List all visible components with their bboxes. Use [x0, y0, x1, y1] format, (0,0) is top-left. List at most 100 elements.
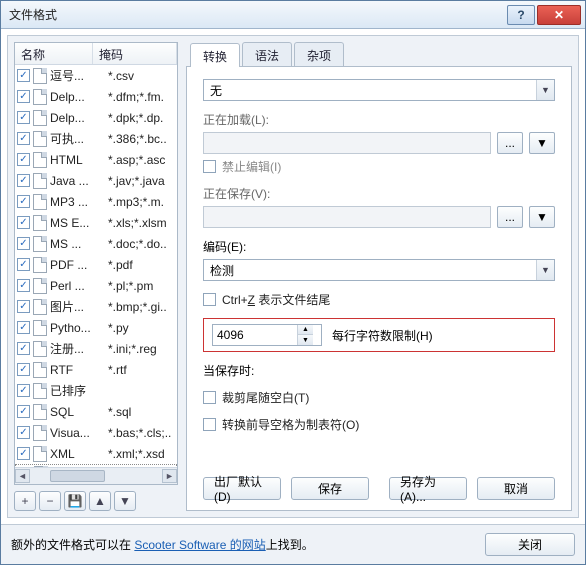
loading-browse-button[interactable]: ... [497, 132, 523, 154]
saving-browse-button[interactable]: ... [497, 206, 523, 228]
item-name: 图片... [50, 298, 106, 315]
list-item[interactable]: Pytho...*.py [15, 317, 177, 338]
checkbox-icon [203, 418, 216, 431]
list-header: 名称 掩码 [15, 43, 177, 65]
encoding-dropdown[interactable]: 检测 ▼ [203, 259, 555, 281]
list-item[interactable]: Delp...*.dfm;*.fm. [15, 86, 177, 107]
spin-up-icon[interactable]: ▲ [298, 325, 313, 335]
help-button[interactable]: ? [507, 5, 535, 25]
file-icon [33, 68, 47, 84]
encoding-value: 检测 [210, 262, 234, 279]
checkbox-icon[interactable] [17, 111, 30, 124]
none-dropdown[interactable]: 无 ▼ [203, 79, 555, 101]
close-dialog-button[interactable]: 关闭 [485, 533, 575, 556]
list-item[interactable]: PDF ...*.pdf [15, 254, 177, 275]
list-item[interactable]: MP3 ...*.mp3;*.m. [15, 191, 177, 212]
list-item[interactable]: SQL*.sql [15, 401, 177, 422]
scroll-right-icon[interactable]: ► [162, 469, 177, 483]
on-save-label: 当保存时: [203, 362, 555, 379]
list-item[interactable]: XML*.xml;*.xsd [15, 443, 177, 464]
move-up-button[interactable]: ▲ [89, 491, 111, 511]
move-down-button[interactable]: ▼ [114, 491, 136, 511]
footer-text: 额外的文件格式可以在 Scooter Software 的网站上找到。 [11, 536, 314, 553]
list-item[interactable]: HTML*.asp;*.asc [15, 149, 177, 170]
checkbox-icon[interactable] [17, 426, 30, 439]
list-item[interactable]: Delp...*.dpk;*.dp. [15, 107, 177, 128]
save-button[interactable]: 💾 [64, 491, 86, 511]
chevron-down-icon[interactable]: ▼ [536, 260, 554, 280]
tab-misc[interactable]: 杂项 [294, 42, 344, 66]
file-icon [33, 341, 47, 357]
ctrlz-checkbox[interactable]: Ctrl+Z 表示文件结尾 [203, 291, 555, 308]
remove-button[interactable]: − [39, 491, 61, 511]
checkbox-icon[interactable] [17, 69, 30, 82]
convert-tabs-checkbox[interactable]: 转换前导空格为制表符(O) [203, 416, 555, 433]
char-limit-spinner[interactable]: ▲ ▼ [212, 324, 322, 346]
checkbox-icon[interactable] [17, 279, 30, 292]
item-mask: *.pl;*.pm [106, 279, 175, 293]
item-mask: *.pdf [106, 258, 175, 272]
cancel-button[interactable]: 取消 [477, 477, 555, 500]
column-mask[interactable]: 掩码 [93, 43, 177, 64]
list-item[interactable]: RTF*.rtf [15, 359, 177, 380]
checkbox-icon[interactable] [17, 258, 30, 271]
format-list[interactable]: 名称 掩码 逗号...*.csvDelp...*.dfm;*.fm.Delp..… [14, 42, 178, 485]
char-limit-input[interactable] [213, 328, 297, 342]
item-name: Delp... [50, 111, 106, 125]
list-item[interactable]: 可执...*.386;*.bc.. [15, 128, 177, 149]
checkbox-icon[interactable] [17, 405, 30, 418]
trim-whitespace-checkbox[interactable]: 裁剪尾随空白(T) [203, 389, 555, 406]
item-mask: *.csv [106, 69, 175, 83]
item-mask: *.asp;*.asc [106, 153, 175, 167]
checkbox-icon[interactable] [17, 384, 30, 397]
checkbox-icon[interactable] [17, 447, 30, 460]
list-item[interactable]: 已排序 [15, 380, 177, 401]
add-button[interactable]: + [14, 491, 36, 511]
close-button[interactable]: ✕ [537, 5, 581, 25]
checkbox-icon[interactable] [17, 300, 30, 313]
checkbox-icon[interactable] [17, 174, 30, 187]
list-item[interactable]: Perl ...*.pl;*.pm [15, 275, 177, 296]
saving-more-button[interactable]: ▼ [529, 206, 555, 228]
file-icon [33, 215, 47, 231]
checkbox-icon[interactable] [17, 216, 30, 229]
save-as-button[interactable]: 另存为(A)... [389, 477, 467, 500]
tab-convert[interactable]: 转换 [190, 43, 240, 67]
loading-more-button[interactable]: ▼ [529, 132, 555, 154]
list-item[interactable]: 注册...*.ini;*.reg [15, 338, 177, 359]
tab-grammar[interactable]: 语法 [242, 42, 292, 66]
tab-bar: 转换 语法 杂项 [186, 42, 572, 66]
checkbox-icon[interactable] [17, 195, 30, 208]
column-name[interactable]: 名称 [15, 43, 93, 64]
horizontal-scrollbar[interactable]: ◄ ► [15, 467, 177, 484]
checkbox-icon[interactable] [17, 237, 30, 250]
list-item[interactable]: Visua...*.bas;*.cls;.. [15, 422, 177, 443]
scooter-link[interactable]: Scooter Software 的网站 [134, 538, 265, 552]
loading-input[interactable] [203, 132, 491, 154]
item-name: Perl ... [50, 279, 106, 293]
checkbox-icon[interactable] [17, 153, 30, 166]
list-item[interactable]: MS ...*.doc;*.do.. [15, 233, 177, 254]
checkbox-icon [203, 160, 216, 173]
factory-defaults-button[interactable]: 出厂默认(D) [203, 477, 281, 500]
saving-input[interactable] [203, 206, 491, 228]
checkbox-icon[interactable] [17, 132, 30, 145]
chevron-down-icon[interactable]: ▼ [536, 80, 554, 100]
item-name: SQL [50, 405, 106, 419]
file-icon [33, 278, 47, 294]
scroll-left-icon[interactable]: ◄ [15, 469, 30, 483]
scroll-thumb[interactable] [50, 470, 105, 482]
list-item[interactable]: Java ...*.jav;*.java [15, 170, 177, 191]
item-name: MS ... [50, 237, 106, 251]
checkbox-icon[interactable] [17, 363, 30, 376]
list-item[interactable]: MS E...*.xls;*.xlsm [15, 212, 177, 233]
checkbox-icon[interactable] [17, 321, 30, 334]
forbid-edit-checkbox[interactable]: 禁止编辑(I) [203, 158, 555, 175]
list-item[interactable]: 图片...*.bmp;*.gi.. [15, 296, 177, 317]
list-item[interactable]: 逗号...*.csv [15, 65, 177, 86]
checkbox-icon[interactable] [17, 90, 30, 103]
checkbox-icon[interactable] [17, 342, 30, 355]
save-page-button[interactable]: 保存 [291, 477, 369, 500]
spin-down-icon[interactable]: ▼ [298, 335, 313, 345]
item-mask: *.sql [106, 405, 175, 419]
